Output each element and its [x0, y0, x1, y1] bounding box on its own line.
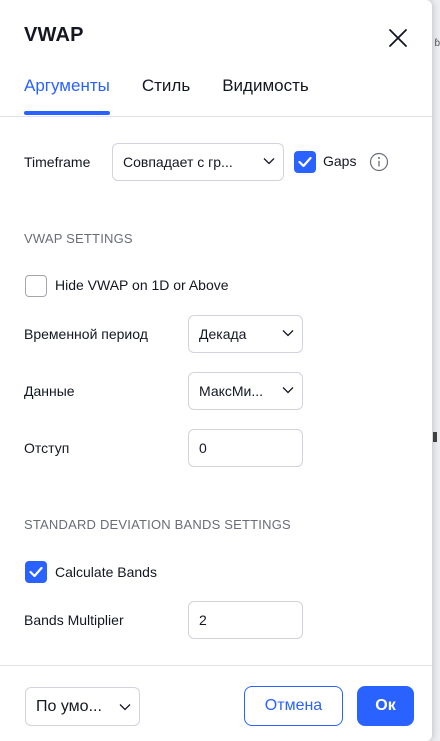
chevron-down-icon	[282, 387, 294, 394]
info-icon[interactable]	[369, 152, 389, 172]
timeframe-select[interactable]: Совпадает с гр...	[112, 143, 284, 181]
tab-arguments[interactable]: Аргументы	[24, 76, 110, 116]
gaps-checkbox[interactable]	[294, 151, 316, 173]
chart-edge-mark	[433, 432, 437, 442]
tab-bar: Аргументы Стиль Видимость	[24, 76, 341, 116]
checkmark-icon	[29, 566, 43, 578]
close-icon[interactable]	[384, 24, 412, 52]
timeframe-value: Совпадает с гр...	[123, 154, 233, 170]
period-select[interactable]: Декада	[188, 315, 303, 353]
bands-multiplier-input[interactable]: 2	[188, 601, 303, 639]
source-value: МаксМи...	[199, 383, 264, 399]
hide-vwap-checkbox[interactable]	[25, 275, 47, 297]
checkmark-icon	[298, 156, 312, 168]
chevron-down-icon	[263, 158, 275, 165]
source-label: Данные	[24, 383, 75, 399]
calculate-bands-label: Calculate Bands	[55, 564, 157, 580]
offset-label: Отступ	[24, 440, 70, 456]
tab-style[interactable]: Стиль	[142, 76, 190, 116]
chevron-down-icon	[282, 330, 294, 337]
tabs-divider	[0, 116, 432, 117]
vwap-settings-header: VWAP SETTINGS	[24, 231, 133, 246]
bands-settings-header: STANDARD DEVIATION BANDS SETTINGS	[24, 517, 291, 532]
edge-glyph: ɓ	[434, 38, 440, 49]
defaults-select[interactable]: По умо...	[25, 687, 140, 726]
dialog-title: VWAP	[24, 24, 84, 46]
cancel-button[interactable]: Отмена	[244, 686, 343, 726]
chart-background-edge: ɓ	[432, 0, 440, 741]
tab-visibility[interactable]: Видимость	[222, 76, 309, 116]
bands-multiplier-label: Bands Multiplier	[24, 612, 124, 628]
gaps-label: Gaps	[323, 153, 357, 169]
period-value: Декада	[199, 326, 247, 342]
offset-input[interactable]: 0	[188, 429, 303, 467]
footer-divider	[0, 665, 432, 666]
hide-vwap-label: Hide VWAP on 1D or Above	[55, 277, 229, 293]
calculate-bands-checkbox[interactable]	[25, 561, 47, 583]
defaults-value: По умо...	[36, 698, 102, 715]
period-label: Временной период	[24, 326, 148, 342]
source-select[interactable]: МаксМи...	[188, 372, 303, 410]
chevron-down-icon	[119, 704, 131, 711]
indicator-settings-dialog: VWAP Аргументы Стиль Видимость Timeframe…	[0, 0, 432, 741]
ok-button[interactable]: Ок	[357, 686, 414, 726]
timeframe-label: Timeframe	[24, 154, 91, 170]
